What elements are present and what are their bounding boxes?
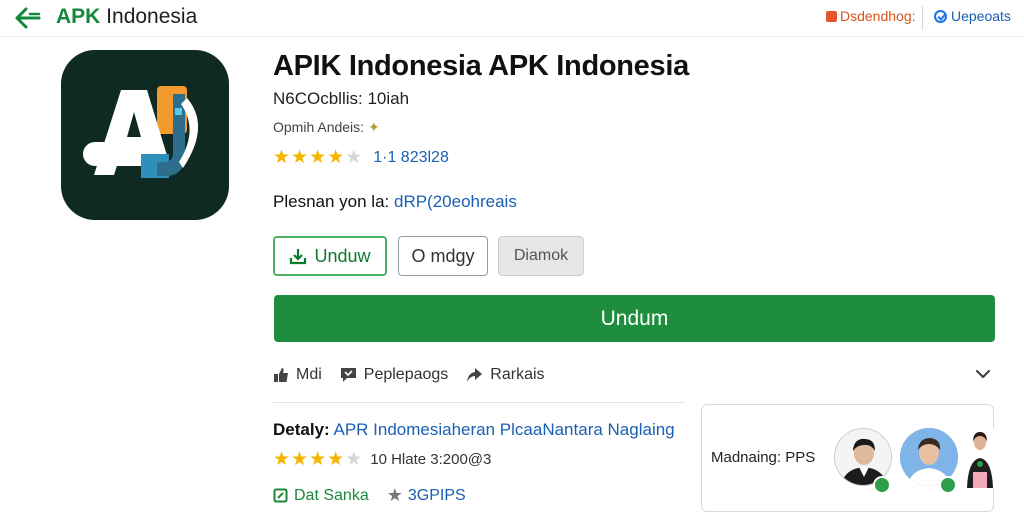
details-meta: 10 Hlate 3:200@3 <box>370 451 492 468</box>
star-icon: ★ <box>273 449 292 470</box>
green-link[interactable]: Dat Sanka <box>273 487 369 505</box>
star-icon: ★ <box>345 147 364 168</box>
check-circle-icon <box>934 9 947 23</box>
star-icon: ★ <box>386 485 403 505</box>
star-icon: ★ <box>309 449 328 470</box>
permission-label: Plesnan yon la: <box>273 192 390 211</box>
unduh-outline-label: Unduw <box>314 245 371 266</box>
thumbs-up-icon <box>274 368 288 382</box>
gray-button[interactable]: Diamok <box>498 236 584 276</box>
back-arrow-icon[interactable] <box>14 6 42 30</box>
card-label: Madnaing: PPS <box>711 449 816 466</box>
app-title: APIK Indonesia APK Indonesia <box>273 50 689 82</box>
rating-stars: ★★★★★ <box>273 146 363 169</box>
download-icon <box>290 249 307 265</box>
app-logo-icon <box>83 86 199 178</box>
person-avatar-icon <box>965 428 995 488</box>
action-rarkais[interactable]: Rarkais <box>466 366 545 384</box>
star-icon: ★ <box>291 147 310 168</box>
brand-suffix: Indonesia <box>100 5 198 28</box>
permission-row: Plesnan yon la: dRP(20eohreais <box>273 192 517 212</box>
edit-box-icon <box>273 488 288 503</box>
action-row: Mdi Peplepaogs Rarkais <box>273 364 545 386</box>
app-icon <box>61 50 229 220</box>
rating-row: ★★★★★ 1·1 823l28 <box>273 146 449 169</box>
permission-link[interactable]: dRP(20eohreais <box>394 192 517 211</box>
action-mdi[interactable]: Mdi <box>273 366 322 384</box>
action-rarkais-label: Rarkais <box>490 366 545 383</box>
square-icon <box>826 10 837 22</box>
green-link-label: Dat Sanka <box>294 486 369 504</box>
details-row: Detaly: APR Indomesiaheran PlcaaNantara … <box>273 420 675 440</box>
star-icon: ★ <box>309 147 328 168</box>
main-download-button[interactable]: Undum <box>274 295 995 342</box>
verified-badge-icon <box>939 476 957 494</box>
brand-title[interactable]: APK Indonesia <box>56 5 197 29</box>
comment-icon <box>340 368 356 382</box>
brand-prefix: APK <box>56 5 101 28</box>
top-link-1[interactable]: Dsdendhog: <box>826 8 916 24</box>
app-subtitle: N6COcbllis: 10iah <box>273 89 410 108</box>
action-peplepaogs-label: Peplepaogs <box>363 366 449 383</box>
details-label: Detaly: <box>273 420 330 439</box>
unduh-outline-button[interactable]: Unduw <box>273 236 387 276</box>
top-link-2[interactable]: Uepeoats <box>934 8 1011 24</box>
action-peplepaogs[interactable]: Peplepaogs <box>340 366 449 384</box>
top-separator <box>922 6 923 30</box>
avatar[interactable] <box>965 428 995 488</box>
sparkle-icon: ✦ <box>367 119 380 135</box>
details-rating-stars: ★★★★★ <box>273 448 363 471</box>
star-icon: ★ <box>345 449 364 470</box>
share-arrow-icon <box>467 368 483 382</box>
action-mdi-label: Mdi <box>296 366 322 383</box>
top-link-2-label: Uepeoats <box>951 8 1011 24</box>
star-icon: ★ <box>327 449 346 470</box>
details-link[interactable]: APR Indomesiaheran PlcaaNantara Naglaing <box>333 420 674 439</box>
star-icon: ★ <box>273 147 292 168</box>
details-rating-row: ★★★★★ 10 Hlate 3:200@3 <box>273 448 491 471</box>
star-icon: ★ <box>327 147 346 168</box>
developer-label: Opmih Andeis: <box>273 119 365 135</box>
verified-badge-icon <box>873 476 891 494</box>
star-icon: ★ <box>291 449 310 470</box>
chevron-down-icon[interactable] <box>974 365 992 383</box>
mdgy-button[interactable]: O mdgy <box>398 236 488 276</box>
developer-line: Opmih Andeis: ✦ <box>273 119 380 136</box>
details-bottom-row: Dat Sanka ★ 3GPIPS <box>273 485 466 506</box>
top-link-1-label: Dsdendhog: <box>840 8 916 24</box>
details-divider <box>273 402 685 403</box>
rating-count[interactable]: 1·1 823l28 <box>373 149 449 167</box>
rating-link[interactable]: ★ 3GPIPS <box>387 485 466 506</box>
rating-link-label: 3GPIPS <box>407 486 466 504</box>
